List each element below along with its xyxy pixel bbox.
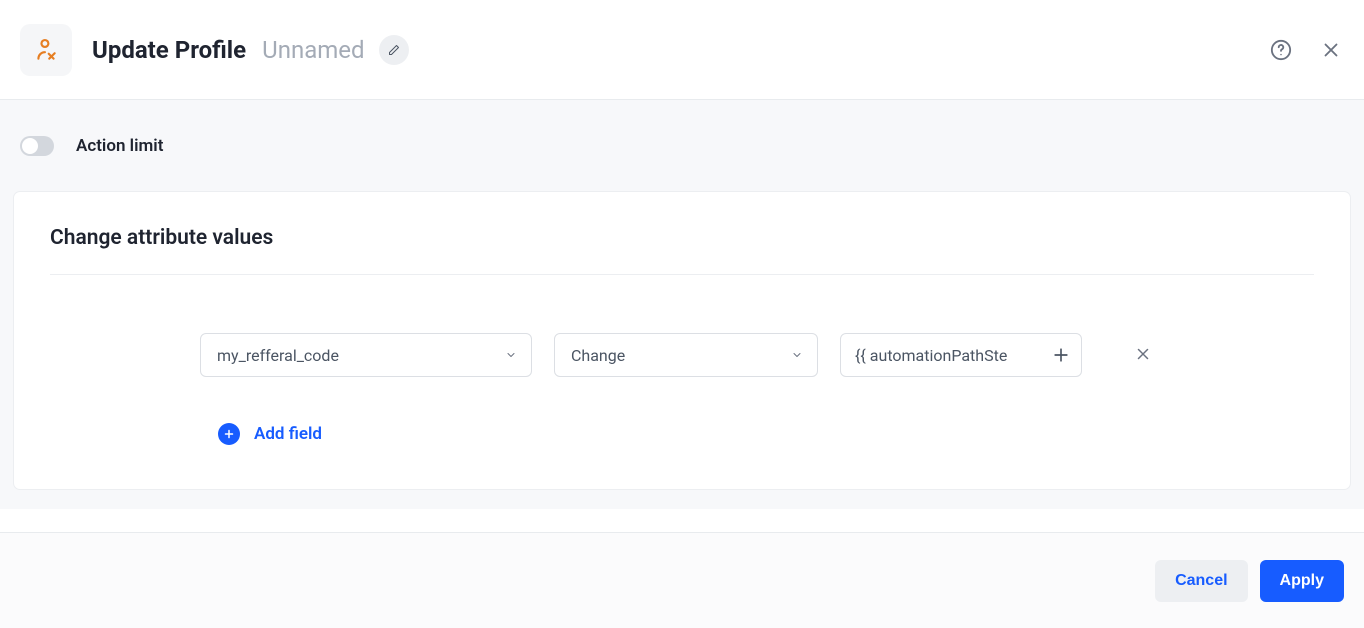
add-field-button[interactable]: Add field [50,423,1314,445]
plus-icon[interactable] [1051,345,1071,365]
change-attributes-card: Change attribute values my_refferal_code… [14,192,1350,489]
value-input-text: {{ automationPathSte [855,346,1007,365]
action-limit-row: Action limit [2,100,1362,192]
header-bar: Update Profile Unnamed [0,0,1364,100]
body-area: Action limit Change attribute values my_… [0,100,1364,509]
chevron-down-icon [791,349,803,361]
page-subtitle: Unnamed [262,36,364,64]
attribute-select-value: my_refferal_code [217,346,339,365]
card-title: Change attribute values [50,226,1314,275]
close-icon [1134,345,1152,363]
close-button[interactable] [1318,37,1344,63]
action-select[interactable]: Change [554,333,818,377]
remove-row-button[interactable] [1134,345,1154,365]
value-input[interactable]: {{ automationPathSte [840,333,1082,377]
edit-name-button[interactable] [379,35,409,65]
help-icon [1270,39,1292,61]
page-title: Update Profile [92,36,246,64]
update-profile-icon [20,24,72,76]
action-select-value: Change [571,346,625,365]
pencil-icon [388,44,400,56]
attribute-row: my_refferal_code Change {{ automationPat… [50,333,1314,377]
cancel-button[interactable]: Cancel [1155,560,1247,602]
plus-circle-icon [218,423,240,445]
close-icon [1320,39,1342,61]
attribute-select[interactable]: my_refferal_code [200,333,532,377]
action-limit-label: Action limit [76,136,163,156]
footer-bar: Cancel Apply [0,532,1364,628]
chevron-down-icon [505,349,517,361]
add-field-label: Add field [254,424,322,444]
action-limit-toggle[interactable] [20,136,54,156]
apply-button[interactable]: Apply [1260,560,1344,602]
help-button[interactable] [1268,37,1294,63]
